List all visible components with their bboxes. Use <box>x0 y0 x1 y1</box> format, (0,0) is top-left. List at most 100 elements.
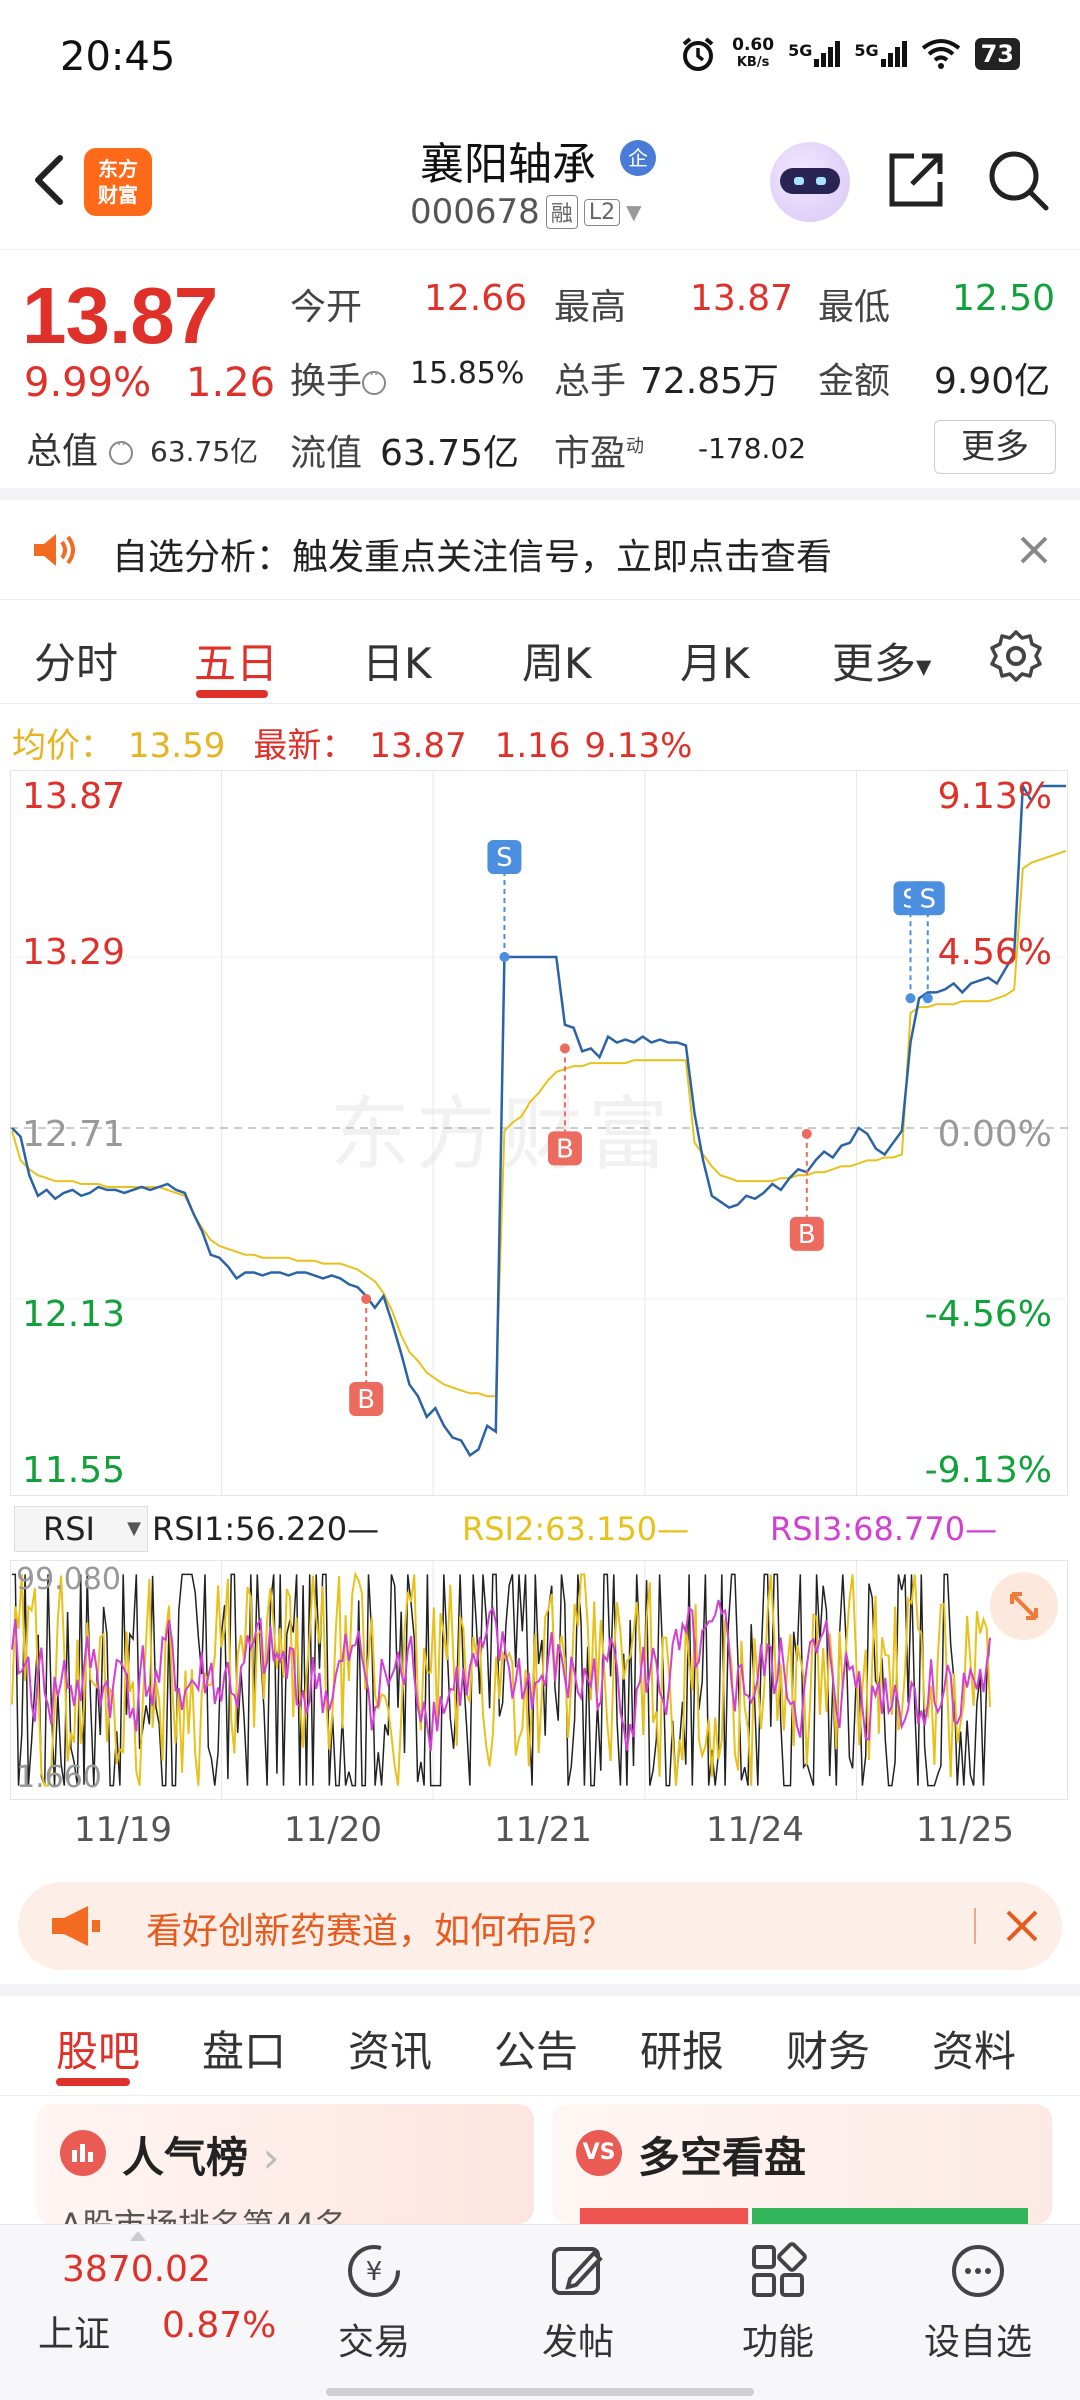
app-logo-line2: 财富 <box>98 183 138 207</box>
popularity-card[interactable]: 人气榜 › A股市场排名第44名 <box>36 2104 534 2224</box>
rsi3-label: RSI3:68.770— <box>770 1510 998 1548</box>
tab-order-book[interactable]: 盘口 <box>202 2018 286 2079</box>
notice-bar[interactable]: 自选分析：触发重点关注信号，立即点击查看 <box>0 500 1080 600</box>
nav-add-watchlist-label: 设自选 <box>923 2322 1032 2363</box>
home-indicator <box>326 2388 754 2396</box>
index-name: 上证 <box>38 2314 111 2355</box>
bar-chart-icon <box>60 2130 106 2176</box>
high-value: 13.87 <box>690 278 794 319</box>
open-value: 12.66 <box>424 278 528 319</box>
turnover-value: 15.85% <box>410 356 525 391</box>
y-tick-left-3: 12.13 <box>22 1294 126 1335</box>
banner-separator <box>974 1908 976 1944</box>
app-logo-line1: 东方 <box>98 157 138 181</box>
stock-name: 襄阳轴承 <box>420 139 596 190</box>
y-tick-left-4: 11.55 <box>22 1450 126 1491</box>
rsi1-label: RSI1:56.220— <box>152 1510 380 1548</box>
tab-news[interactable]: 资讯 <box>348 2018 432 2079</box>
close-icon[interactable] <box>1002 1906 1042 1946</box>
close-icon[interactable] <box>1014 530 1054 570</box>
nav-post[interactable]: 发帖 <box>518 2239 638 2365</box>
tab-underline <box>56 2078 130 2086</box>
amount-label: 金额 <box>818 361 891 402</box>
tab-finance[interactable]: 财务 <box>786 2018 870 2079</box>
promo-banner[interactable]: 看好创新药赛道，如何布局？ <box>18 1882 1062 1970</box>
sell-marker-dot <box>922 993 933 1004</box>
gear-icon[interactable] <box>988 628 1044 684</box>
five-day-chart[interactable]: BSBBSS 13.87 13.29 12.71 12.13 11.55 9.1… <box>10 770 1068 1496</box>
more-button[interactable]: 更多 <box>934 420 1056 474</box>
buy-marker-label: B <box>357 1385 375 1415</box>
tab-intraday[interactable]: 分时 <box>34 630 118 691</box>
stock-code-row[interactable]: 000678 融 L2 ▼ <box>410 192 641 232</box>
info-icon[interactable] <box>362 367 387 395</box>
chevron-down-icon: ▼ <box>626 200 642 224</box>
tab-weekly-k[interactable]: 周K <box>522 630 592 691</box>
info-tabs: 股吧 盘口 资讯 公告 研报 财务 资料 <box>0 1996 1080 2096</box>
change-amount: 1.26 <box>186 360 276 406</box>
amount-value: 9.90亿 <box>934 361 1051 402</box>
buy-marker-label: B <box>798 1220 816 1250</box>
back-icon[interactable] <box>24 150 74 210</box>
share-icon[interactable] <box>884 148 948 212</box>
expand-icon[interactable] <box>990 1572 1058 1640</box>
ai-assistant-icon[interactable] <box>770 142 850 222</box>
status-icons: 0.60 KB/s 5G 5G 73 <box>678 34 1020 74</box>
chart-frame <box>10 770 1068 1496</box>
bottom-nav: 3870.02 上证 0.87% ¥ 交易 发帖 功能 设自选 <box>0 2224 1080 2400</box>
long-bar <box>580 2208 748 2224</box>
status-time: 20:45 <box>60 34 176 80</box>
rsi-chart[interactable]: 99.080 1.660 <box>10 1560 1068 1800</box>
rsi2-label: RSI2:63.150— <box>462 1510 690 1548</box>
index-value: 3870.02 <box>62 2249 211 2290</box>
rsi-min: 1.660 <box>16 1760 102 1795</box>
net-speed: 0.60 KB/s <box>732 36 774 72</box>
indicator-select[interactable]: RSI <box>14 1506 148 1552</box>
buy-marker-dot <box>361 1294 372 1304</box>
y-tick-right-4: -9.13% <box>924 1450 1052 1491</box>
tab-daily-k[interactable]: 日K <box>362 630 432 691</box>
y-tick-left-2: 12.71 <box>22 1114 126 1155</box>
tab-research[interactable]: 研报 <box>640 2018 724 2079</box>
vs-icon: VS <box>576 2130 622 2176</box>
latest-change: 1.16 <box>494 726 571 766</box>
tab-monthly-k[interactable]: 月K <box>680 630 750 691</box>
banner-text: 看好创新药赛道，如何布局？ <box>146 1911 615 1952</box>
nav-trade[interactable]: ¥ 交易 <box>314 2239 434 2365</box>
info-icon[interactable] <box>109 437 134 465</box>
tab-guba[interactable]: 股吧 <box>56 2018 140 2079</box>
avg-price-line <box>11 849 1067 1398</box>
short-bar <box>752 2208 1028 2224</box>
pe-value: -178.02 <box>698 432 807 465</box>
corp-badge: 企 <box>620 140 656 176</box>
long-short-card[interactable]: VS 多空看盘 <box>552 2104 1052 2224</box>
nav-post-label: 发帖 <box>541 2322 614 2363</box>
latest-pct: 9.13% <box>584 726 693 766</box>
buy-marker-dot <box>559 1043 570 1054</box>
rsi-max: 99.080 <box>16 1562 121 1597</box>
tab-more[interactable]: 更多▼ <box>832 630 931 691</box>
sell-marker-label: S <box>920 884 937 914</box>
edit-icon <box>552 2247 603 2295</box>
float-cap-label: 流值 <box>290 433 363 474</box>
tab-underline <box>196 690 268 698</box>
float-cap-value: 63.75亿 <box>380 433 520 474</box>
low-value: 12.50 <box>952 278 1056 319</box>
popularity-title: 人气榜 › <box>122 2133 280 2182</box>
sell-marker-dot <box>905 993 916 1004</box>
caret-down-icon: ▼ <box>916 654 932 679</box>
status-bar: 20:45 0.60 KB/s 5G 5G 73 <box>0 0 1080 120</box>
sell-marker-dot <box>499 952 510 962</box>
nav-functions[interactable]: 功能 <box>718 2239 838 2365</box>
date-label: 11/25 <box>916 1810 1014 1850</box>
tab-announcements[interactable]: 公告 <box>494 2018 578 2079</box>
alarm-icon <box>682 37 714 71</box>
section-divider <box>0 1984 1080 1996</box>
nav-add-watchlist[interactable]: 设自选 <box>918 2239 1038 2365</box>
tab-profile[interactable]: 资料 <box>932 2018 1016 2079</box>
tab-five-day[interactable]: 五日 <box>194 630 278 691</box>
app-logo[interactable]: 东方 财富 <box>84 148 152 216</box>
search-icon[interactable] <box>984 146 1052 214</box>
chart-tabs: 分时 五日 日K 周K 月K 更多▼ <box>0 604 1080 704</box>
date-axis: 11/19 11/20 11/21 11/24 11/25 <box>0 1810 1080 1860</box>
